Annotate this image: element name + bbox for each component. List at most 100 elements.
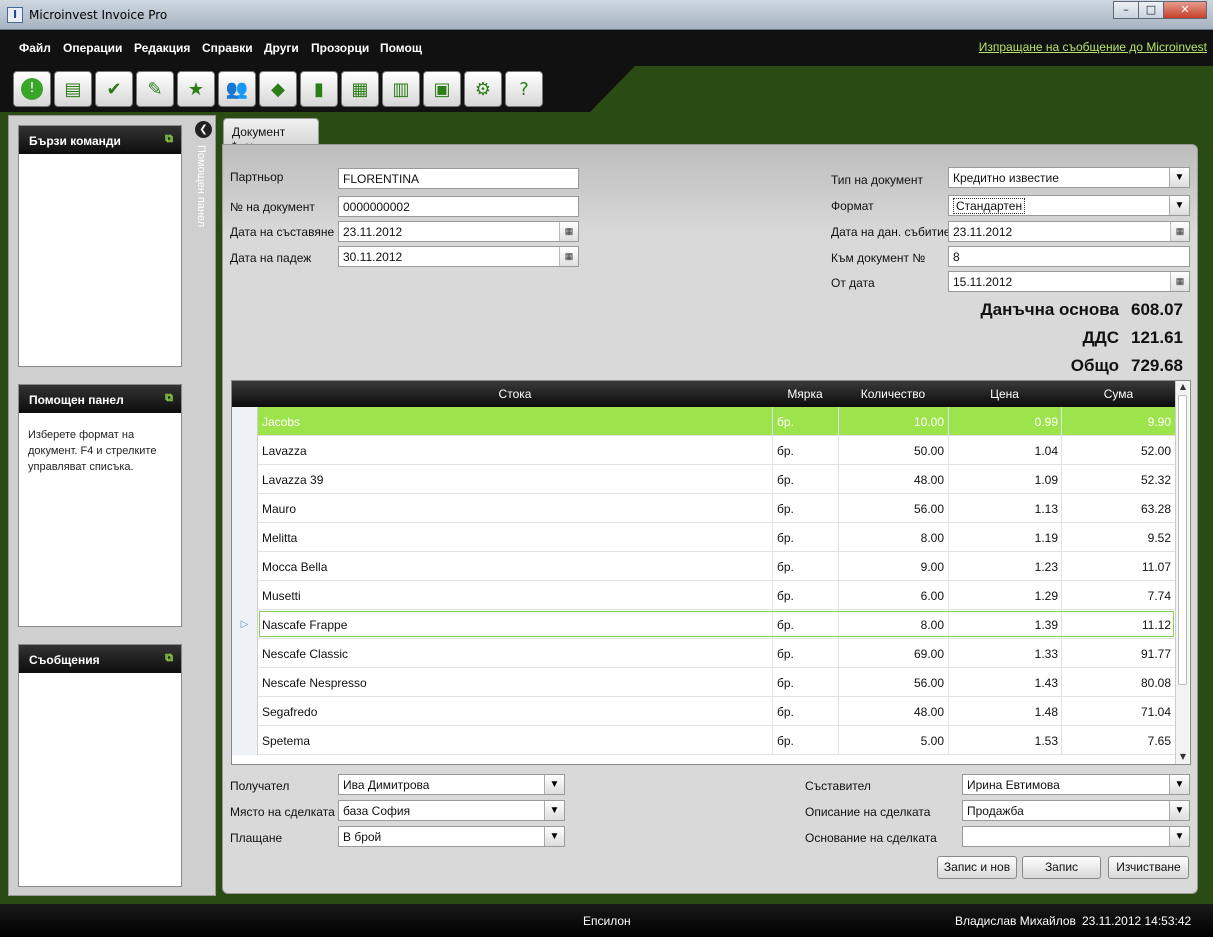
- format-select[interactable]: Стандартен ▼: [948, 195, 1190, 216]
- row-header[interactable]: [232, 494, 258, 523]
- payment-select[interactable]: В брой ▼: [338, 826, 565, 847]
- todoc-field[interactable]: 8: [948, 246, 1190, 267]
- check-icon[interactable]: ✔: [95, 71, 133, 107]
- cell-sum[interactable]: 80.08: [1061, 676, 1171, 690]
- clear-button[interactable]: Изчистване: [1108, 856, 1189, 879]
- cell-unit[interactable]: бр.: [777, 473, 837, 487]
- chevron-down-icon[interactable]: ▼: [1169, 196, 1189, 215]
- cell-sum[interactable]: 11.07: [1061, 560, 1171, 574]
- cell-quantity[interactable]: 69.00: [838, 647, 944, 661]
- col-header-price[interactable]: Цена: [948, 387, 1061, 401]
- box-icon[interactable]: ◆: [259, 71, 297, 107]
- row-header[interactable]: [232, 726, 258, 755]
- cell-price[interactable]: 1.43: [948, 676, 1058, 690]
- cell-price[interactable]: 1.04: [948, 444, 1058, 458]
- cell-quantity[interactable]: 56.00: [838, 676, 944, 690]
- cell-goods[interactable]: Musetti: [262, 589, 762, 603]
- cell-goods[interactable]: Spetema: [262, 734, 762, 748]
- cell-unit[interactable]: бр.: [777, 589, 837, 603]
- menu-edit[interactable]: Редакция: [134, 41, 190, 55]
- row-header[interactable]: [232, 407, 258, 436]
- col-header-sum[interactable]: Сума: [1061, 387, 1176, 401]
- row-header[interactable]: [232, 639, 258, 668]
- collapse-icon[interactable]: ❮: [195, 121, 212, 138]
- cell-price[interactable]: 1.23: [948, 560, 1058, 574]
- cell-quantity[interactable]: 50.00: [838, 444, 944, 458]
- table-row[interactable]: Nescafe Classic бр. 69.00 1.33 91.77: [232, 639, 1176, 668]
- cell-unit[interactable]: бр.: [777, 676, 837, 690]
- current-row-arrow-icon[interactable]: ▷: [232, 610, 258, 639]
- menu-help[interactable]: Помощ: [380, 41, 422, 55]
- menu-operations[interactable]: Операции: [63, 41, 122, 55]
- cell-goods[interactable]: Melitta: [262, 531, 762, 545]
- author-select[interactable]: Ирина Евтимова ▼: [962, 774, 1190, 795]
- help-icon[interactable]: ?: [505, 71, 543, 107]
- calendar-icon[interactable]: ▦: [1170, 222, 1189, 241]
- goods-icon[interactable]: ▣: [423, 71, 461, 107]
- cell-quantity[interactable]: 6.00: [838, 589, 944, 603]
- save-and-new-button[interactable]: Запис и нов: [937, 856, 1017, 879]
- partner-doc-icon[interactable]: ▥: [382, 71, 420, 107]
- row-header[interactable]: [232, 465, 258, 494]
- cell-unit[interactable]: бр.: [777, 647, 837, 661]
- desc-select[interactable]: Продажба ▼: [962, 800, 1190, 821]
- table-row[interactable]: Spetema бр. 5.00 1.53 7.65: [232, 726, 1176, 755]
- cell-sum[interactable]: 52.32: [1061, 473, 1171, 487]
- partner-field[interactable]: FLORENTINA: [338, 168, 579, 189]
- calendar-icon[interactable]: ▦: [559, 247, 578, 266]
- cell-quantity[interactable]: 5.00: [838, 734, 944, 748]
- tab-document[interactable]: Документ *✕: [223, 118, 319, 153]
- cell-sum[interactable]: 9.52: [1061, 531, 1171, 545]
- cell-unit[interactable]: бр.: [777, 502, 837, 516]
- basis-select[interactable]: ▼: [962, 826, 1190, 847]
- chevron-down-icon[interactable]: ▼: [1169, 801, 1189, 820]
- cell-goods[interactable]: Jacobs: [262, 415, 762, 429]
- cell-goods[interactable]: Lavazza: [262, 444, 762, 458]
- save-button[interactable]: Запис: [1022, 856, 1101, 879]
- cell-quantity[interactable]: 48.00: [838, 705, 944, 719]
- taxdate-field[interactable]: 23.11.2012 ▦: [948, 221, 1190, 242]
- book-icon[interactable]: ▮: [300, 71, 338, 107]
- maximize-button[interactable]: □: [1138, 1, 1164, 19]
- cell-quantity[interactable]: 48.00: [838, 473, 944, 487]
- scrollbar-thumb[interactable]: [1178, 395, 1187, 685]
- cell-goods[interactable]: Lavazza 39: [262, 473, 762, 487]
- cell-quantity[interactable]: 10.00: [838, 415, 944, 429]
- table-row[interactable]: Mocca Bella бр. 9.00 1.23 11.07: [232, 552, 1176, 581]
- cell-goods[interactable]: Mauro: [262, 502, 762, 516]
- cell-unit[interactable]: бр.: [777, 444, 837, 458]
- cell-quantity[interactable]: 56.00: [838, 502, 944, 516]
- send-message-link[interactable]: Изпращане на съобщение до Microinvest: [979, 40, 1207, 54]
- doctype-select[interactable]: Кредитно известие ▼: [948, 167, 1190, 188]
- cell-sum[interactable]: 63.28: [1061, 502, 1171, 516]
- report-icon[interactable]: ▦: [341, 71, 379, 107]
- cell-price[interactable]: 0.99: [948, 415, 1058, 429]
- cell-sum[interactable]: 7.65: [1061, 734, 1171, 748]
- due-date-field[interactable]: 30.11.2012 ▦: [338, 246, 579, 267]
- row-header[interactable]: [232, 436, 258, 465]
- table-row[interactable]: Jacobs бр. 10.00 0.99 9.90: [232, 407, 1176, 436]
- cell-price[interactable]: 1.33: [948, 647, 1058, 661]
- table-row[interactable]: ▷ Nascafe Frappe бр. 8.00 1.39 11.12: [232, 610, 1176, 639]
- table-row[interactable]: Nescafe Nespresso бр. 56.00 1.43 80.08: [232, 668, 1176, 697]
- created-date-field[interactable]: 23.11.2012 ▦: [338, 221, 579, 242]
- cell-sum[interactable]: 9.90: [1061, 415, 1171, 429]
- cell-price[interactable]: 1.48: [948, 705, 1058, 719]
- calendar-icon[interactable]: ▦: [559, 222, 578, 241]
- table-row[interactable]: Lavazza 39 бр. 48.00 1.09 52.32: [232, 465, 1176, 494]
- users-icon[interactable]: 👥: [218, 71, 256, 107]
- col-header-unit[interactable]: Мярка: [772, 387, 838, 401]
- cell-price[interactable]: 1.09: [948, 473, 1058, 487]
- table-row[interactable]: Lavazza бр. 50.00 1.04 52.00: [232, 436, 1176, 465]
- calendar-icon[interactable]: ▦: [1170, 272, 1189, 291]
- restore-icon[interactable]: ⧉: [165, 133, 173, 146]
- cell-sum[interactable]: 52.00: [1061, 444, 1171, 458]
- restore-icon[interactable]: ⧉: [165, 392, 173, 405]
- cell-sum[interactable]: 71.04: [1061, 705, 1171, 719]
- cell-goods[interactable]: Mocca Bella: [262, 560, 762, 574]
- place-select[interactable]: база София ▼: [338, 800, 565, 821]
- chevron-down-icon[interactable]: ▼: [1169, 168, 1189, 187]
- cell-goods[interactable]: Nescafe Classic: [262, 647, 762, 661]
- minimize-button[interactable]: –: [1113, 1, 1139, 19]
- cell-quantity[interactable]: 9.00: [838, 560, 944, 574]
